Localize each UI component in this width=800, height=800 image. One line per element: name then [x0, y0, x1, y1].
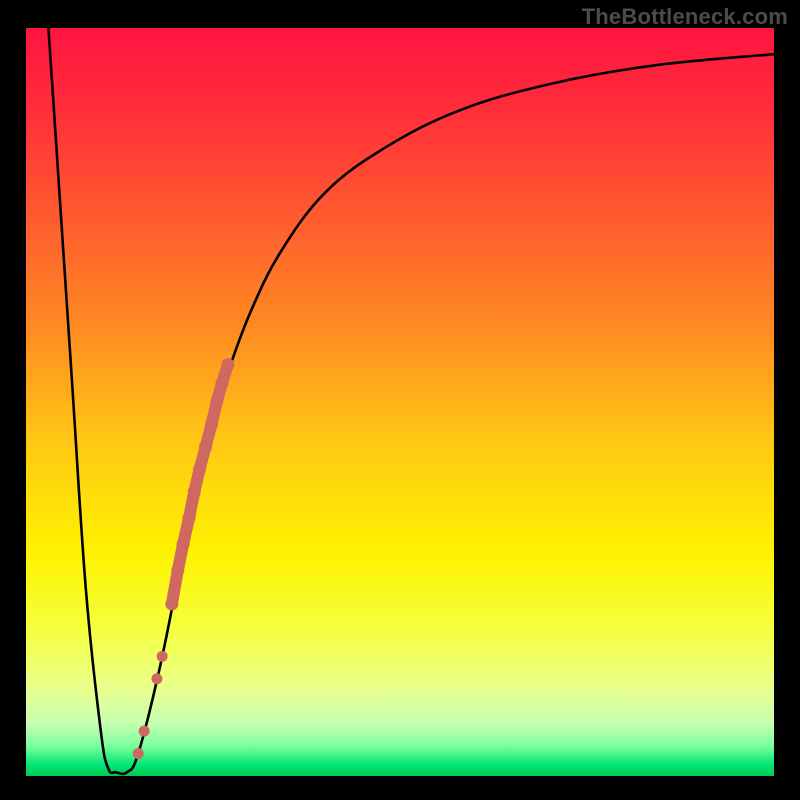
- data-point: [177, 538, 190, 551]
- data-point: [199, 440, 212, 453]
- data-point: [157, 651, 168, 662]
- data-point: [139, 726, 150, 737]
- data-point: [171, 564, 184, 577]
- data-point: [205, 418, 218, 431]
- data-point: [215, 377, 228, 390]
- data-point: [183, 511, 196, 524]
- data-point: [188, 485, 201, 498]
- data-point: [221, 358, 234, 371]
- data-point: [193, 463, 206, 476]
- chart-frame: TheBottleneck.com: [0, 0, 800, 800]
- watermark-text: TheBottleneck.com: [582, 4, 788, 30]
- data-point: [165, 597, 178, 610]
- chart-svg: [0, 0, 800, 800]
- data-point: [210, 396, 223, 409]
- data-point: [151, 673, 162, 684]
- data-point: [133, 748, 144, 759]
